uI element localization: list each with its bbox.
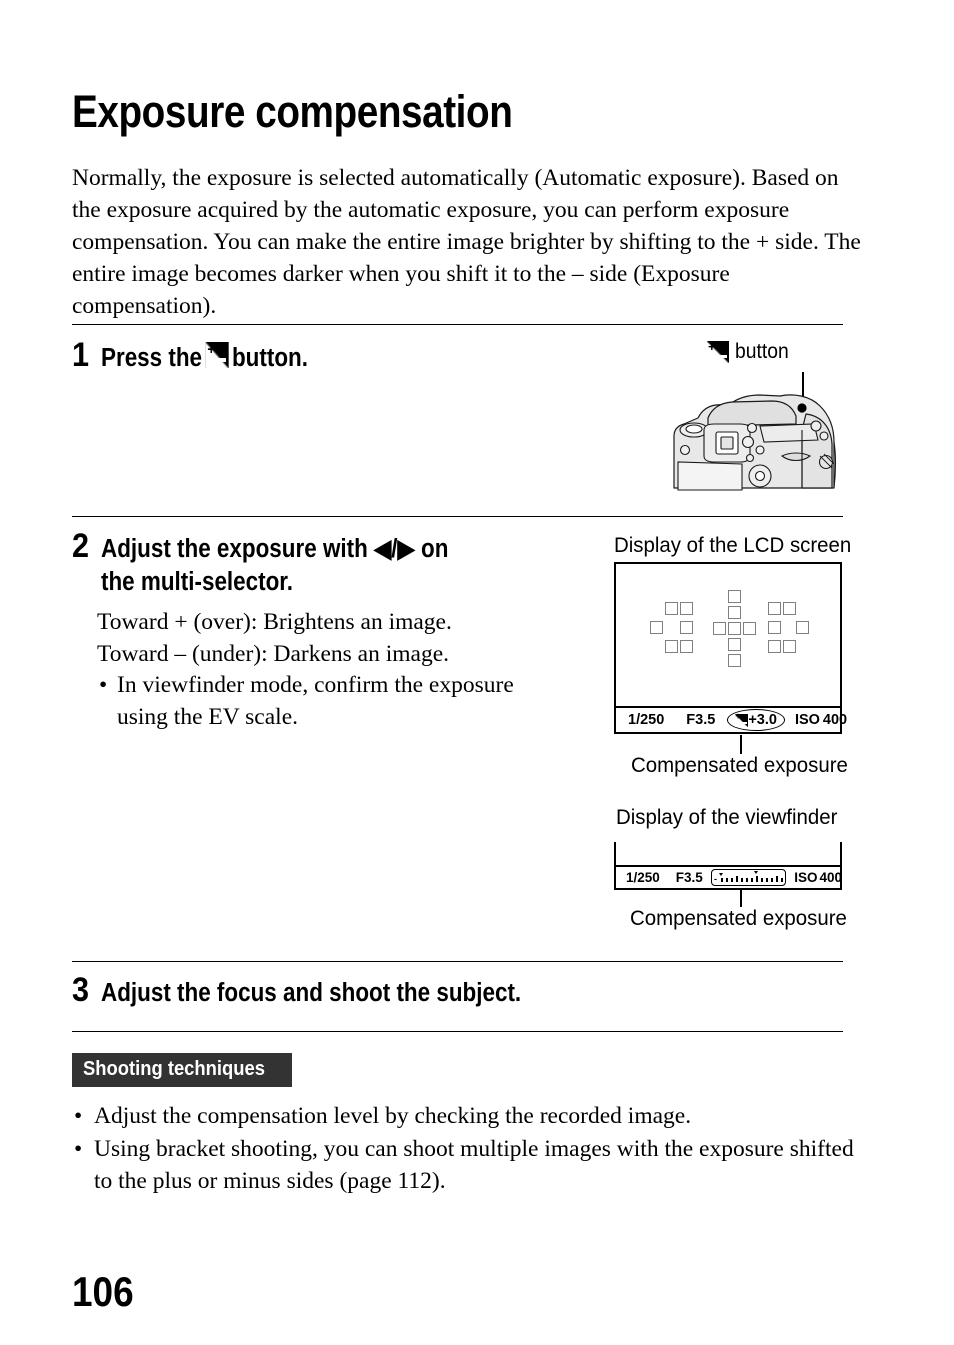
section-divider-2 (72, 516, 843, 517)
lcd-iso-value: 400 (822, 712, 848, 728)
list-item: Using bracket shooting, you can shoot mu… (72, 1133, 862, 1198)
toward-over-line: Toward + (over): Brightens an image. (97, 609, 452, 635)
list-item: Adjust the compensation level by checkin… (72, 1100, 862, 1133)
leader-line-viewfinder (740, 888, 742, 907)
page-number: 106 (72, 1268, 134, 1315)
step-3-line-1: Adjust the focus and shoot the subject. (100, 979, 522, 1007)
exposure-compensation-icon: + (205, 342, 229, 368)
button-callout-label: button (735, 340, 789, 363)
viewfinder-figure: 1/250 F3.5 - + (614, 842, 842, 890)
section-divider-4 (72, 1031, 843, 1032)
lcd-ev-highlight: + +3.0 (727, 709, 785, 731)
shooting-techniques-label: Shooting techniques (83, 1058, 265, 1080)
lcd-screen-figure: 1/250 F3.5 + +3.0 ISO 400 (614, 562, 847, 734)
step-2-line-1: Adjust the exposure with ◀/▶ on (100, 535, 449, 563)
lcd-shutter-speed: 1/250 (628, 712, 665, 728)
toward-under-line: Toward – (under): Darkens an image. (97, 640, 450, 667)
section-divider-1 (72, 324, 843, 325)
step-3: 3 Adjust the focus and shoot the subject… (72, 973, 578, 1010)
step-2-line-2: the multi-selector. (100, 568, 293, 596)
vf-iso-value: 400 (819, 870, 842, 885)
step-3-number: 3 (72, 971, 90, 1009)
lcd-compensated-exposure-label: Compensated exposure (631, 753, 848, 777)
af-points-area (616, 564, 840, 698)
viewfinder-status-bar: 1/250 F3.5 - + (614, 865, 842, 890)
camera-illustration (668, 384, 848, 494)
callout-dot (797, 403, 807, 413)
step-1-text: Press the + button. (101, 342, 308, 375)
exposure-compensation-icon: + (707, 340, 729, 363)
vf-iso: ISO 400 (794, 870, 842, 885)
lcd-aperture: F3.5 (686, 712, 716, 728)
step-3-text: Adjust the focus and shoot the subject. (101, 977, 521, 1010)
page-title: Exposure compensation (72, 86, 513, 138)
lcd-iso: ISO 400 (795, 712, 847, 728)
leader-line-lcd (740, 735, 742, 754)
step-2: 2 Adjust the exposure with ◀/▶ on the mu… (72, 529, 496, 599)
vf-aperture: F3.5 (675, 870, 703, 885)
viewfinder-compensated-exposure-label: Compensated exposure (630, 906, 847, 930)
viewfinder-figure-caption: Display of the viewfinder (616, 805, 838, 829)
lcd-figure-caption: Display of the LCD screen (614, 533, 852, 557)
step-2-text: Adjust the exposure with ◀/▶ on the mult… (101, 533, 448, 599)
section-divider-3 (72, 961, 843, 962)
intro-paragraph: Normally, the exposure is selected autom… (72, 164, 861, 320)
step-1: 1 Press the + button. (72, 338, 336, 375)
vf-shutter-speed: 1/250 (626, 870, 660, 885)
vf-iso-label: ISO (794, 870, 818, 885)
shooting-techniques-list: Adjust the compensation level by checkin… (72, 1100, 862, 1198)
viewfinder-note: In viewfinder mode, confirm the exposure… (97, 670, 537, 733)
step-1-text-before: Press the (100, 344, 202, 372)
svg-text:-: - (714, 874, 717, 884)
button-callout: + button (707, 340, 793, 364)
step-1-number: 1 (72, 336, 90, 374)
manual-page: Exposure compensation Normally, the expo… (0, 0, 954, 1345)
step-1-text-after: button. (231, 344, 308, 372)
shooting-techniques-badge: Shooting techniques (72, 1053, 292, 1087)
exposure-compensation-icon: + (735, 711, 749, 727)
step-2-body: Toward + (over): Brightens an image. Tow… (97, 607, 537, 733)
lcd-status-bar: 1/250 F3.5 + +3.0 ISO 400 (616, 706, 847, 732)
step-2-number: 2 (72, 527, 90, 565)
lcd-iso-label: ISO (794, 712, 820, 728)
ev-scale-icon: - + (710, 869, 787, 886)
